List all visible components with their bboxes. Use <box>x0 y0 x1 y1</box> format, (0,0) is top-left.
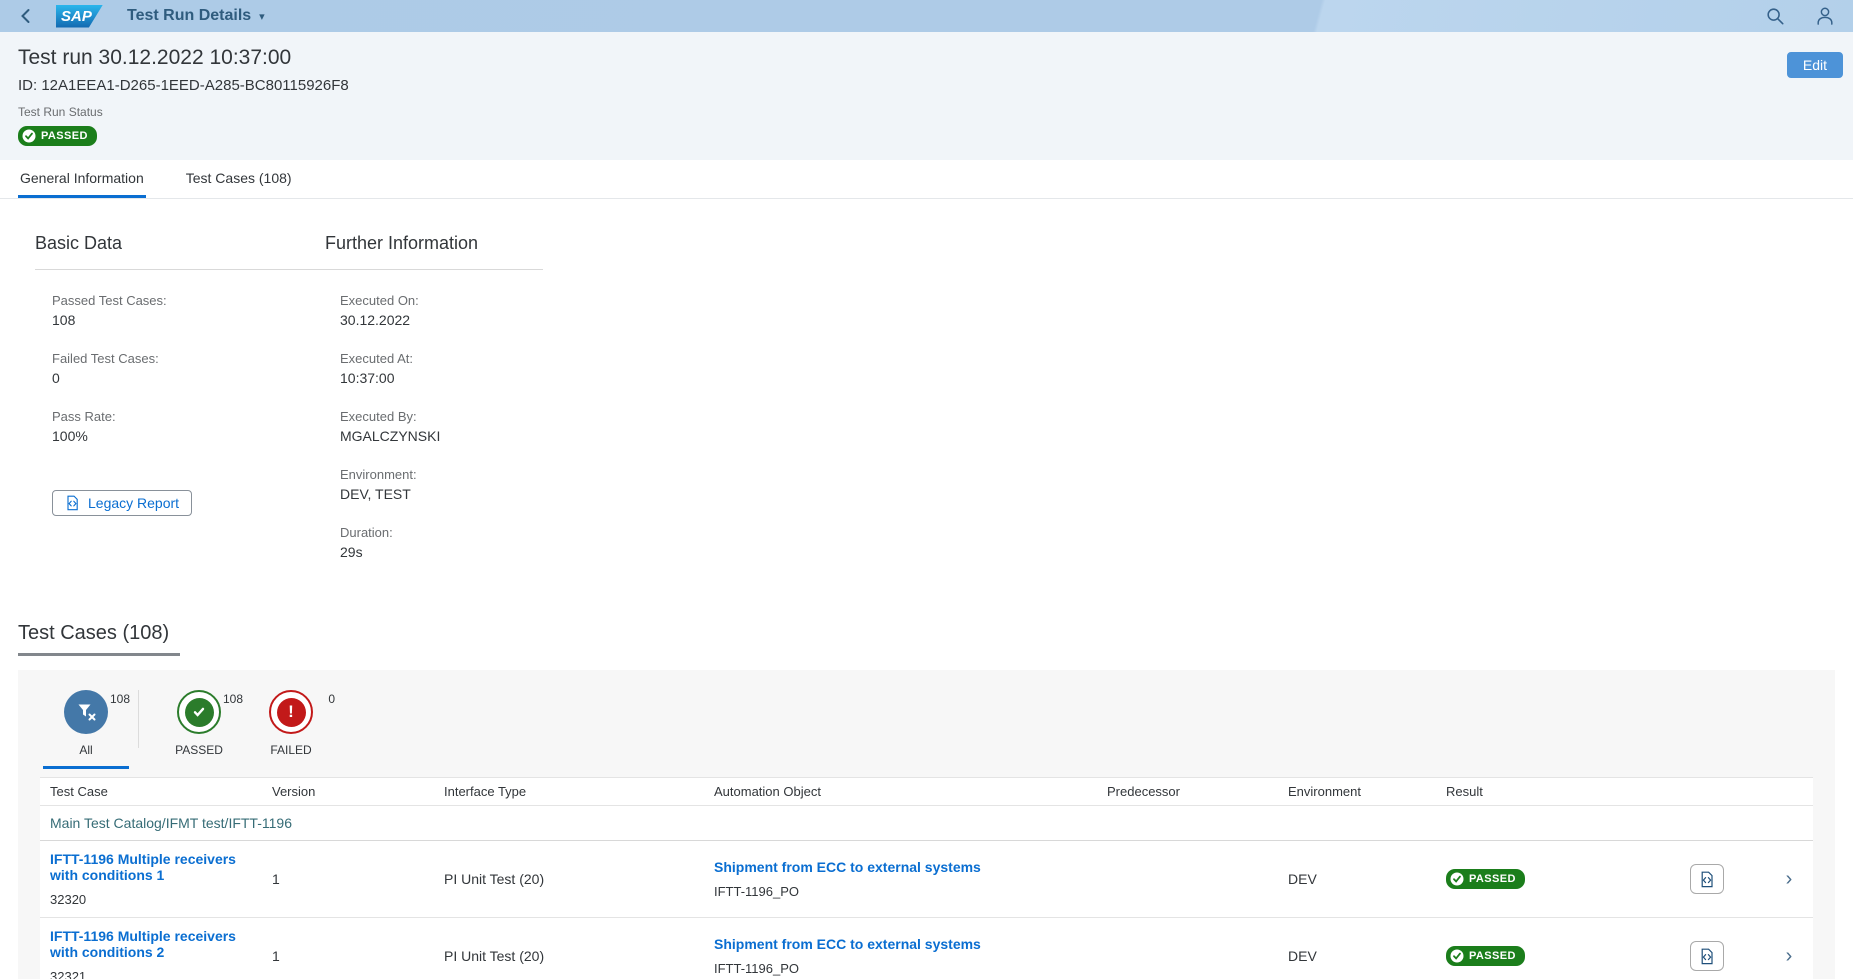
user-profile-icon[interactable] <box>1815 6 1835 26</box>
test-cases-panel: 108 All 108 PASSED 0 ! FAI <box>18 670 1835 979</box>
automation-object-id: IFTT-1196_PO <box>714 884 1089 899</box>
shell-bar: SAP Test Run Details ▾ <box>0 0 1853 32</box>
row-chevron-icon[interactable]: › <box>1765 869 1813 889</box>
legacy-report-button[interactable]: Legacy Report <box>52 490 192 516</box>
filter-failed-label: FAILED <box>245 743 337 757</box>
filter-separator <box>138 690 139 748</box>
field-passed-test-cases: Passed Test Cases: 108 <box>52 293 325 328</box>
column-result: Result <box>1436 778 1680 805</box>
basic-data-column: Passed Test Cases: 108 Failed Test Cases… <box>35 270 325 560</box>
test-case-link[interactable]: IFTT-1196 Multiple receivers with condit… <box>50 928 250 960</box>
sap-logo[interactable]: SAP <box>56 5 103 28</box>
chevron-left-icon <box>18 8 34 24</box>
interface-type-value: PI Unit Test (20) <box>434 948 704 964</box>
row-chevron-icon[interactable]: › <box>1765 946 1813 966</box>
search-icon[interactable] <box>1765 6 1785 26</box>
result-badge: PASSED <box>1446 946 1525 966</box>
filter-all-count: 108 <box>110 692 130 706</box>
filter-failed-count: 0 <box>328 692 335 706</box>
automation-object-link[interactable]: Shipment from ECC to external systems <box>714 936 1034 952</box>
filter-funnel-icon <box>64 690 108 734</box>
test-cases-table: Test Case Version Interface Type Automat… <box>40 777 1813 979</box>
column-automation-object: Automation Object <box>704 778 1097 805</box>
check-circle-icon <box>22 129 36 143</box>
legacy-report-label: Legacy Report <box>88 495 179 511</box>
table-row[interactable]: IFTT-1196 Multiple receivers with condit… <box>40 841 1813 918</box>
filter-tab-passed[interactable]: 108 PASSED <box>153 680 245 769</box>
test-case-number: 32321 <box>50 969 254 979</box>
filter-passed-label: PASSED <box>153 743 245 757</box>
test-case-number: 32320 <box>50 892 254 907</box>
code-document-icon <box>65 495 80 511</box>
app-title-menu[interactable]: Test Run Details ▾ <box>127 7 265 25</box>
check-circle-icon <box>1450 872 1464 886</box>
column-predecessor: Predecessor <box>1097 778 1278 805</box>
table-row[interactable]: IFTT-1196 Multiple receivers with condit… <box>40 918 1813 979</box>
section-title-underline <box>18 653 180 656</box>
field-failed-test-cases: Failed Test Cases: 0 <box>52 351 325 386</box>
check-circle-icon <box>1450 949 1464 963</box>
passed-circle-icon <box>177 690 221 734</box>
result-filter-bar: 108 All 108 PASSED 0 ! FAI <box>40 680 1813 769</box>
table-group-header: Main Test Catalog/IFMT test/IFTT-1196 <box>40 806 1813 841</box>
status-label: Test Run Status <box>18 105 1835 119</box>
tab-test-cases[interactable]: Test Cases (108) <box>184 160 294 198</box>
failed-circle-icon: ! <box>269 690 313 734</box>
field-executed-on: Executed On: 30.12.2022 <box>340 293 543 328</box>
interface-type-value: PI Unit Test (20) <box>434 871 704 887</box>
result-badge-text: PASSED <box>1469 950 1516 962</box>
result-badge: PASSED <box>1446 869 1525 889</box>
filter-tab-all[interactable]: 108 All <box>40 680 132 769</box>
back-button[interactable] <box>18 8 34 24</box>
basic-data-heading: Basic Data <box>35 233 325 254</box>
report-button[interactable] <box>1690 941 1724 971</box>
filter-all-label: All <box>40 743 132 757</box>
page-title: Test run 30.12.2022 10:37:00 <box>18 46 1835 70</box>
version-value: 1 <box>262 871 434 887</box>
status-badge: PASSED <box>18 126 97 146</box>
column-test-case: Test Case <box>40 778 262 805</box>
report-button[interactable] <box>1690 864 1724 894</box>
object-page-header: Test run 30.12.2022 10:37:00 ID: 12A1EEA… <box>0 32 1853 160</box>
further-information-column: Executed On: 30.12.2022 Executed At: 10:… <box>325 270 543 560</box>
app-title: Test Run Details <box>127 7 251 25</box>
chevron-down-icon: ▾ <box>259 10 265 23</box>
column-interface-type: Interface Type <box>434 778 704 805</box>
sap-logo-text: SAP <box>61 8 92 25</box>
test-cases-section-title: Test Cases (108) <box>18 622 169 645</box>
further-information-heading: Further Information <box>325 233 478 254</box>
automation-object-link[interactable]: Shipment from ECC to external systems <box>714 859 1034 875</box>
test-case-link[interactable]: IFTT-1196 Multiple receivers with condit… <box>50 851 250 883</box>
filter-tab-failed[interactable]: 0 ! FAILED <box>245 680 337 769</box>
environment-value: DEV <box>1278 948 1436 964</box>
column-environment: Environment <box>1278 778 1436 805</box>
tab-bar: General Information Test Cases (108) <box>0 160 1853 199</box>
environment-value: DEV <box>1278 871 1436 887</box>
automation-object-id: IFTT-1196_PO <box>714 961 1089 976</box>
field-pass-rate: Pass Rate: 100% <box>52 409 325 444</box>
code-document-icon <box>1699 948 1715 965</box>
field-environment: Environment: DEV, TEST <box>340 467 543 502</box>
filter-passed-count: 108 <box>223 692 243 706</box>
test-run-id: ID: 12A1EEA1-D265-1EED-A285-BC80115926F8 <box>18 77 1835 94</box>
general-information-form: Basic Data Further Information Passed Te… <box>35 233 543 560</box>
edit-button[interactable]: Edit <box>1787 52 1843 78</box>
status-badge-text: PASSED <box>41 130 88 142</box>
field-duration: Duration: 29s <box>340 525 543 560</box>
field-executed-by: Executed By: MGALCZYNSKI <box>340 409 543 444</box>
code-document-icon <box>1699 871 1715 888</box>
column-version: Version <box>262 778 434 805</box>
field-executed-at: Executed At: 10:37:00 <box>340 351 543 386</box>
version-value: 1 <box>262 948 434 964</box>
tab-general-information[interactable]: General Information <box>18 160 146 198</box>
table-header-row: Test Case Version Interface Type Automat… <box>40 778 1813 806</box>
result-badge-text: PASSED <box>1469 873 1516 885</box>
